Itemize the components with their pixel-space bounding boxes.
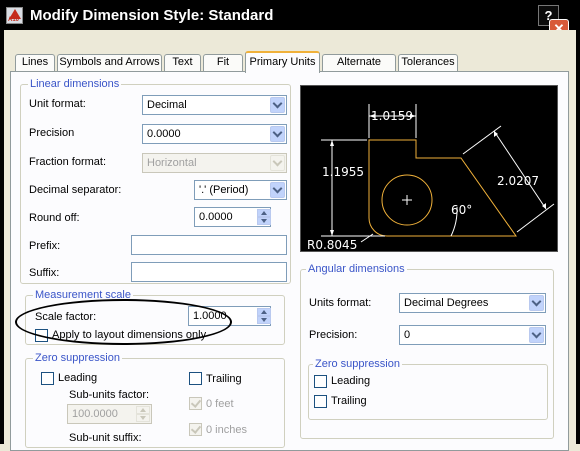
chevron-down-icon[interactable] xyxy=(270,126,285,142)
precision-dropdown[interactable]: 0.0000 xyxy=(142,124,287,144)
unit-format-dropdown[interactable]: Decimal xyxy=(142,95,287,115)
check-mark-icon xyxy=(190,423,202,434)
window-border-right xyxy=(576,30,580,444)
zero-inches-checkbox[interactable] xyxy=(189,423,202,436)
spin-down-icon[interactable] xyxy=(257,217,271,225)
spin-up-icon xyxy=(136,406,150,414)
tab-text[interactable]: Text xyxy=(164,54,201,71)
sub-unit-suffix-label: Sub-unit suffix: xyxy=(69,432,142,444)
suffix-label: Suffix: xyxy=(29,267,60,279)
decimal-separator-value: '.' (Period) xyxy=(199,184,249,196)
scale-factor-spinner[interactable] xyxy=(254,306,271,326)
chevron-down-icon[interactable] xyxy=(270,97,285,113)
precision-value: 0.0000 xyxy=(147,128,181,140)
decimal-separator-dropdown[interactable]: '.' (Period) xyxy=(194,180,287,200)
round-off-label: Round off: xyxy=(29,212,80,224)
sub-units-factor-label: Sub-units factor: xyxy=(69,389,150,401)
angular-precision-label: Precision: xyxy=(309,329,358,341)
measurement-scale-label: Measurement scale xyxy=(33,289,133,301)
spin-down-icon xyxy=(136,414,150,422)
angular-trailing-label: Trailing xyxy=(331,395,367,407)
chevron-down-icon[interactable] xyxy=(270,182,285,198)
angular-precision-dropdown[interactable]: 0 xyxy=(399,325,546,345)
check-mark-icon xyxy=(190,397,202,408)
angular-units-format-value: Decimal Degrees xyxy=(404,297,489,309)
unit-format-label: Unit format: xyxy=(29,98,86,110)
angular-dimensions-label: Angular dimensions xyxy=(306,263,407,275)
dim-top-label: 1.0159 xyxy=(371,109,413,123)
dimension-preview: 1.0159 1.1955 2.0207 60° R0.8045 xyxy=(300,85,558,252)
decimal-separator-label: Decimal separator: xyxy=(29,184,122,196)
tab-fit[interactable]: Fit xyxy=(203,54,243,71)
prefix-input[interactable] xyxy=(131,235,287,255)
tab-alternate-units[interactable]: Alternate Units xyxy=(322,54,396,83)
apply-layout-label: Apply to layout dimensions only xyxy=(52,329,207,341)
spin-down-icon[interactable] xyxy=(257,316,271,324)
spin-up-icon[interactable] xyxy=(257,308,271,316)
dim-left-label: 1.1955 xyxy=(322,165,364,179)
trailing-checkbox[interactable] xyxy=(189,372,202,385)
autocad-icon: A10 xyxy=(6,7,23,24)
round-off-spinner[interactable] xyxy=(254,207,271,227)
precision-label: Precision xyxy=(29,127,75,139)
dim-angle-label: 60° xyxy=(451,203,472,217)
trailing-label: Trailing xyxy=(206,373,242,385)
units-format-label: Units format: xyxy=(309,297,372,309)
window-title: Modify Dimension Style: Standard xyxy=(30,7,274,24)
angular-zero-suppression-group xyxy=(308,364,548,420)
chevron-down-icon xyxy=(270,155,285,171)
angular-leading-checkbox[interactable] xyxy=(314,375,327,388)
angular-zero-suppression-label: Zero suppression xyxy=(313,358,402,370)
fraction-format-dropdown[interactable]: Horizontal xyxy=(142,153,287,173)
linear-dimensions-label: Linear dimensions xyxy=(28,78,122,90)
zero-feet-checkbox[interactable] xyxy=(189,397,202,410)
angular-trailing-checkbox[interactable] xyxy=(314,395,327,408)
dim-right-label: 2.0207 xyxy=(497,174,539,188)
round-off-value: 0.0000 xyxy=(199,211,233,223)
tab-primary-units[interactable]: Primary Units xyxy=(245,51,320,73)
angular-precision-value: 0 xyxy=(404,329,411,341)
tab-tolerances[interactable]: Tolerances xyxy=(398,54,458,71)
scale-factor-label: Scale factor: xyxy=(35,311,97,323)
fraction-format-label: Fraction format: xyxy=(29,156,107,168)
preview-geometry xyxy=(368,139,517,237)
app-icon-text: A10 xyxy=(8,17,20,23)
dim-radius-label: R0.8045 xyxy=(307,238,357,251)
spin-up-icon[interactable] xyxy=(257,209,271,217)
preview-labels: 1.0159 1.1955 2.0207 60° R0.8045 xyxy=(307,109,539,252)
leading-checkbox[interactable] xyxy=(41,372,54,385)
part-outline xyxy=(368,139,517,237)
fraction-format-value: Horizontal xyxy=(147,157,197,169)
prefix-label: Prefix: xyxy=(29,240,61,252)
sub-units-factor-input[interactable]: 100.0000 xyxy=(67,404,152,424)
sub-units-factor-value: 100.0000 xyxy=(72,408,118,420)
apply-layout-checkbox[interactable] xyxy=(35,329,48,342)
chevron-down-icon[interactable] xyxy=(529,327,544,343)
leading-label: Leading xyxy=(58,372,98,384)
zero-suppression-label: Zero suppression xyxy=(33,352,122,364)
chevron-down-icon[interactable] xyxy=(529,295,544,311)
preview-drawing: 1.0159 1.1955 2.0207 60° R0.8045 xyxy=(307,104,555,252)
tab-symbols-and-arrows[interactable]: Symbols and Arrows xyxy=(57,54,162,71)
angular-leading-label: Leading xyxy=(331,375,371,387)
angular-units-format-dropdown[interactable]: Decimal Degrees xyxy=(399,293,546,313)
suffix-input[interactable] xyxy=(131,262,287,282)
tab-lines[interactable]: Lines xyxy=(15,54,55,71)
scale-factor-value: 1.0000 xyxy=(193,310,227,322)
zero-feet-label: 0 feet xyxy=(206,398,234,410)
zero-inches-label: 0 inches xyxy=(206,424,247,436)
unit-format-value: Decimal xyxy=(147,99,187,111)
